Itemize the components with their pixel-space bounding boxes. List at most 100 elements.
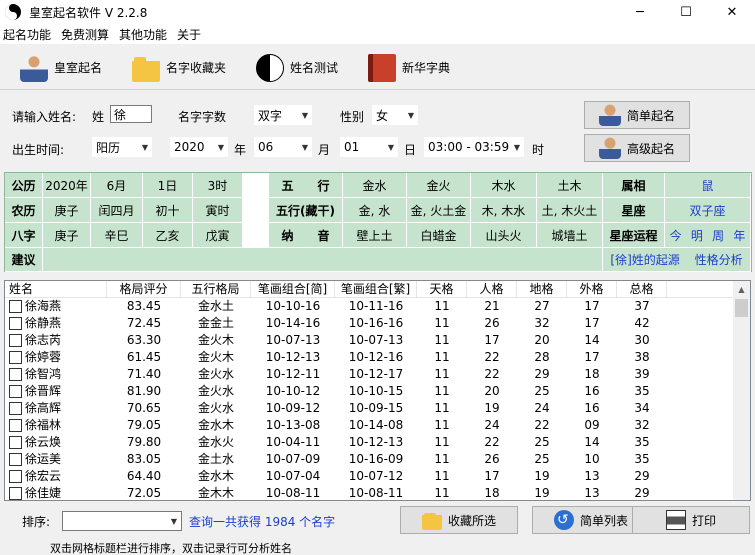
folder-icon: [132, 53, 161, 82]
advanced-naming-button[interactable]: 高级起名: [584, 134, 690, 162]
row-checkbox[interactable]: [9, 470, 22, 483]
row-checkbox[interactable]: [9, 368, 22, 381]
table-row[interactable]: 徐晋辉 81.90 金火水 10-10-12 10-10-15 11 20 25 16 35: [5, 383, 750, 400]
header-zongge[interactable]: 总格: [617, 281, 667, 297]
cell-tiange: 11: [434, 350, 450, 364]
fortune-label: 星座运程: [603, 223, 665, 248]
header-waige[interactable]: 外格: [567, 281, 617, 297]
personality-analysis-link[interactable]: 性格分析: [695, 251, 743, 268]
fortune-week-link[interactable]: 周: [712, 227, 724, 244]
header-strokes-simplified[interactable]: 笔画组合[简]: [251, 281, 335, 297]
fortune-year-link[interactable]: 年: [733, 227, 745, 244]
person-icon: [598, 104, 621, 126]
cell-wuxing: 金火木: [197, 350, 234, 364]
cell-dige: 24: [534, 401, 550, 415]
cell-strokes-simplified: 10-14-16: [265, 316, 321, 330]
cell-renge: 22: [484, 350, 500, 364]
fortune-tomorrow-link[interactable]: 明: [691, 227, 703, 244]
name-test-button[interactable]: 姓名测试: [246, 50, 348, 86]
table-row[interactable]: 徐佳婕 72.05 金木木 10-08-11 10-08-11 11 18 19 13 29: [5, 485, 750, 500]
row-checkbox[interactable]: [9, 385, 22, 398]
row-checkbox[interactable]: [9, 317, 22, 330]
table-row[interactable]: 徐宏云 64.40 金水木 10-07-04 10-07-12 11 17 19 13 29: [5, 468, 750, 485]
table-row[interactable]: 徐高辉 70.65 金火水 10-09-12 10-09-15 11 19 24 16 34: [5, 400, 750, 417]
header-wuxing[interactable]: 五行格局: [181, 281, 251, 297]
header-dige[interactable]: 地格: [517, 281, 567, 297]
row-checkbox[interactable]: [9, 436, 22, 449]
table-row[interactable]: 徐云焕 79.80 金水火 10-04-11 10-12-13 11 22 25 14 35: [5, 434, 750, 451]
cell-wuxing: 金土水: [197, 452, 234, 466]
row-checkbox[interactable]: [9, 419, 22, 432]
header-renge[interactable]: 人格: [467, 281, 517, 297]
hour-select[interactable]: 03:00 - 03:59 ▼: [424, 137, 524, 157]
cell-tiange: 11: [434, 452, 450, 466]
calendar-value: 阳历: [96, 140, 121, 155]
nayin-month: 白蜡金: [407, 223, 471, 248]
row-checkbox[interactable]: [9, 300, 22, 313]
constellation-link[interactable]: 双子座: [665, 198, 751, 223]
collect-selected-label: 收藏所选: [447, 513, 496, 528]
calendar-select[interactable]: 阳历 ▼: [92, 137, 152, 157]
cell-score: 72.45: [126, 316, 162, 330]
taiji-icon: [256, 53, 285, 82]
day-select[interactable]: 01 ▼: [340, 137, 398, 157]
scroll-up-icon[interactable]: ▲: [733, 281, 750, 298]
row-checkbox[interactable]: [9, 487, 22, 500]
table-row[interactable]: 徐志芮 63.30 金火木 10-07-13 10-07-13 11 17 20 14 30: [5, 332, 750, 349]
sort-select[interactable]: ▼: [62, 511, 182, 531]
royal-naming-button[interactable]: 皇室起名: [10, 50, 112, 86]
header-score[interactable]: 格局评分: [107, 281, 181, 297]
header-strokes-traditional[interactable]: 笔画组合[繁]: [335, 281, 417, 297]
nayin-day: 山头火: [471, 223, 537, 248]
simple-naming-button[interactable]: 简单起名: [584, 101, 690, 129]
gender-value: 女: [376, 108, 389, 123]
table-row[interactable]: 徐海燕 83.45 金水土 10-10-16 10-11-16 11 21 27 17 37: [5, 298, 750, 315]
table-row[interactable]: 徐智鸿 71.40 金火水 10-12-11 10-12-17 11 22 29 18 39: [5, 366, 750, 383]
header-name[interactable]: 姓名: [5, 281, 107, 297]
menu-about[interactable]: 关于: [172, 26, 206, 43]
row-checkbox[interactable]: [9, 351, 22, 364]
name-favorites-button[interactable]: 名字收藏夹: [122, 50, 236, 86]
row-checkbox[interactable]: [9, 334, 22, 347]
menu-naming[interactable]: 起名功能: [0, 26, 56, 43]
table-row[interactable]: 徐婷蓉 61.45 金火木 10-12-13 10-12-16 11 22 28 17 38: [5, 349, 750, 366]
collect-selected-button[interactable]: 收藏所选: [400, 506, 518, 534]
cell-dige: 22: [534, 418, 550, 432]
minimize-button[interactable]: ─: [617, 0, 663, 24]
year-select[interactable]: 2020 ▼: [170, 137, 228, 157]
wuxing-canggan-label: 五行(藏干): [269, 198, 343, 223]
cell-waige: 16: [584, 401, 600, 415]
scroll-thumb[interactable]: [735, 299, 748, 317]
month-select[interactable]: 06 ▼: [254, 137, 312, 157]
table-row[interactable]: 徐运美 83.05 金土水 10-07-09 10-16-09 11 26 25 10 35: [5, 451, 750, 468]
zodiac-link[interactable]: 鼠: [665, 173, 751, 198]
fortune-today-link[interactable]: 今: [670, 227, 682, 244]
cell-name: 徐智鸿: [5, 366, 107, 383]
surname-origin-link[interactable]: [徐]姓的起源: [610, 251, 679, 268]
name-count-label: 名字字数: [178, 110, 227, 124]
bazi-month: 辛巳: [91, 223, 143, 248]
name-list[interactable]: 姓名 格局评分 五行格局 笔画组合[简] 笔画组合[繁] 天格 人格 地格 外格…: [4, 280, 751, 501]
print-button[interactable]: 打印: [632, 506, 750, 534]
wuxing-canggan-year: 金, 水: [343, 198, 407, 223]
close-button[interactable]: ✕: [709, 0, 755, 24]
vertical-scrollbar[interactable]: ▲: [733, 281, 750, 500]
menu-other[interactable]: 其他功能: [114, 26, 172, 43]
chevron-down-icon: ▼: [301, 110, 309, 120]
header-tiange[interactable]: 天格: [417, 281, 467, 297]
name-count-select[interactable]: 双字 ▼: [254, 105, 312, 125]
hour-value: 03:00 - 03:59: [428, 140, 510, 154]
dictionary-button[interactable]: 新华字典: [358, 50, 460, 86]
row-checkbox[interactable]: [9, 453, 22, 466]
table-row[interactable]: 徐静燕 72.45 金金土 10-14-16 10-16-16 11 26 32 17 42: [5, 315, 750, 332]
cell-waige: 17: [584, 299, 600, 313]
gender-select[interactable]: 女 ▼: [372, 105, 418, 125]
row-checkbox[interactable]: [9, 402, 22, 415]
menu-free-test[interactable]: 免费测算: [56, 26, 114, 43]
cell-zongge: 37: [634, 299, 650, 313]
surname-input[interactable]: [110, 105, 152, 123]
cell-dige: 27: [534, 299, 550, 313]
table-row[interactable]: 徐福林 79.05 金水木 10-13-08 10-14-08 11 24 22 09 32: [5, 417, 750, 434]
maximize-button[interactable]: ☐: [663, 0, 709, 24]
cell-waige: 13: [584, 469, 600, 483]
